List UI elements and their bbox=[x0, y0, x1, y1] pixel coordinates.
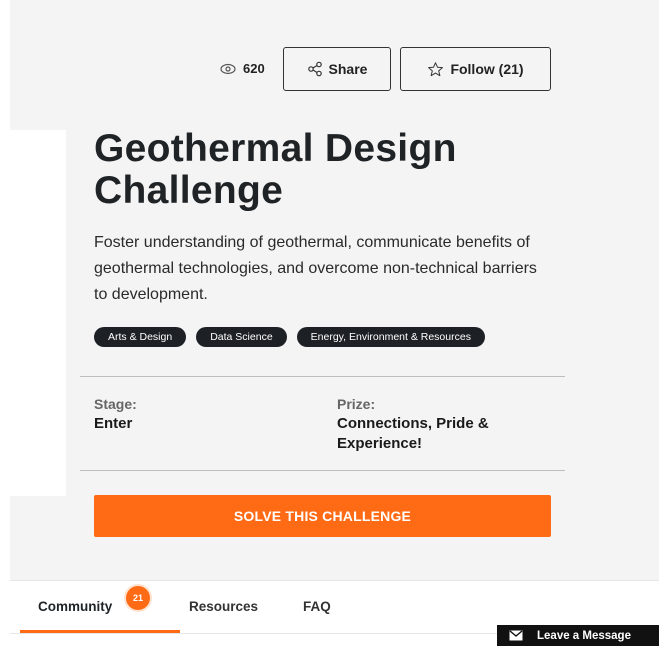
tab-community[interactable]: Community bbox=[38, 599, 112, 614]
share-icon bbox=[307, 61, 322, 77]
challenge-description: Foster understanding of geothermal, comm… bbox=[94, 234, 537, 303]
leave-message-button[interactable]: Leave a Message bbox=[497, 625, 659, 646]
active-tab-indicator bbox=[20, 630, 180, 633]
stage-label: Stage: bbox=[94, 396, 137, 412]
follow-button[interactable]: Follow (21) bbox=[400, 47, 551, 91]
tag-arts-design[interactable]: Arts & Design bbox=[94, 327, 187, 347]
divider bbox=[80, 376, 565, 377]
divider bbox=[80, 470, 565, 471]
tab-faq[interactable]: FAQ bbox=[303, 599, 331, 614]
left-white-strip bbox=[0, 130, 66, 496]
tag-data-science[interactable]: Data Science bbox=[196, 327, 287, 347]
page-title: Geothermal Design Challenge bbox=[94, 127, 457, 212]
tab-community-label: Community bbox=[38, 599, 113, 614]
view-count-value: 620 bbox=[243, 61, 265, 76]
leave-message-label: Leave a Message bbox=[537, 629, 631, 642]
tag-list: Arts & Design Data Science Energy, Envir… bbox=[94, 327, 485, 347]
prize-label: Prize: bbox=[337, 396, 376, 412]
stage-value: Enter bbox=[94, 415, 133, 432]
share-button[interactable]: Share bbox=[283, 47, 391, 91]
follow-label: Follow (21) bbox=[450, 61, 524, 77]
tab-resources[interactable]: Resources bbox=[189, 599, 258, 614]
envelope-icon bbox=[509, 630, 523, 641]
eye-icon bbox=[220, 63, 236, 74]
prize-value: Connections, Pride & Experience! bbox=[337, 415, 489, 452]
star-icon bbox=[428, 61, 444, 76]
solve-challenge-button[interactable]: SOLVE THIS CHALLENGE bbox=[94, 495, 551, 537]
share-label: Share bbox=[328, 61, 368, 77]
tag-energy-environment-resources[interactable]: Energy, Environment & Resources bbox=[296, 327, 485, 347]
header-actions: 620 Share Follow (21) bbox=[0, 47, 659, 93]
view-count: 620 bbox=[220, 61, 265, 76]
community-count-badge: 21 bbox=[126, 586, 150, 610]
